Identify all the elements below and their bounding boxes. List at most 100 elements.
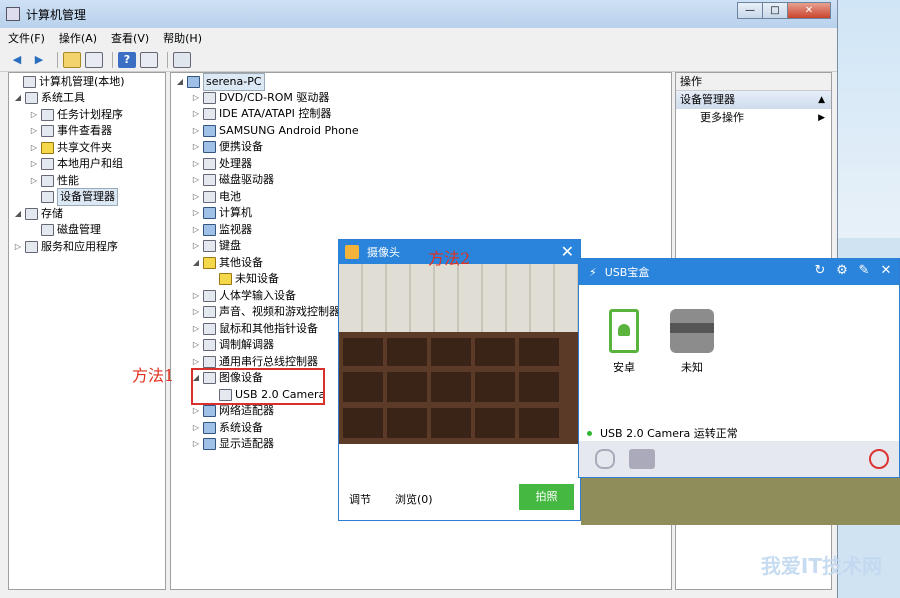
users-icon xyxy=(41,158,54,170)
collapse-arrow-icon[interactable]: ▷ xyxy=(29,140,39,156)
services-icon xyxy=(25,241,38,253)
chat-icon[interactable]: ✎ xyxy=(855,263,873,278)
more-actions[interactable]: 更多操作 ▶ xyxy=(676,109,831,127)
device-category[interactable]: ▷ 便携设备 xyxy=(191,139,263,155)
up-folder-icon[interactable] xyxy=(63,51,81,68)
tree-item-task-scheduler[interactable]: ▷ 任务计划程序 xyxy=(29,107,123,123)
close-icon[interactable]: ✕ xyxy=(877,263,895,278)
tree-item-device-manager[interactable]: 设备管理器 xyxy=(29,188,118,206)
close-button[interactable]: ✕ xyxy=(787,2,831,19)
device-category[interactable]: ▷ 网络适配器 xyxy=(191,403,274,419)
collapse-arrow-icon[interactable]: ▷ xyxy=(191,90,201,106)
expand-arrow-icon[interactable]: ◢ xyxy=(191,255,201,271)
usb-guard-footer xyxy=(579,441,899,477)
maximize-button[interactable]: □ xyxy=(762,2,788,19)
collapse-arrow-icon[interactable]: ▷ xyxy=(191,288,201,304)
device-category[interactable]: ▷ 鼠标和其他指针设备 xyxy=(191,321,318,337)
device-category[interactable]: ▷ 电池 xyxy=(191,189,241,205)
collapse-arrow-icon[interactable]: ▷ xyxy=(191,123,201,139)
collapse-arrow-icon[interactable]: ▷ xyxy=(191,189,201,205)
help-icon[interactable]: ? xyxy=(118,51,136,68)
tree-item-disk-management[interactable]: 磁盘管理 xyxy=(29,222,101,238)
menu-help[interactable]: 帮助(H) xyxy=(163,30,202,46)
collapse-arrow-icon[interactable]: ▷ xyxy=(191,139,201,155)
collapse-arrow-icon[interactable]: ▷ xyxy=(191,436,201,452)
properties-icon[interactable] xyxy=(140,51,158,68)
no-wifi-icon[interactable] xyxy=(869,449,889,469)
tree-item-performance[interactable]: ▷ 性能 xyxy=(29,173,79,189)
menu-file[interactable]: 文件(F) xyxy=(8,30,45,46)
disk-drive-icon xyxy=(203,174,216,186)
tree-item-storage[interactable]: ◢ 存储 xyxy=(13,206,63,222)
show-hide-tree-icon[interactable] xyxy=(85,51,103,68)
refresh-icon[interactable]: ↻ xyxy=(811,263,829,278)
shared-folder-icon xyxy=(41,142,54,154)
device-android[interactable]: 安卓 xyxy=(599,309,649,375)
processor-icon xyxy=(203,158,216,170)
video-camera-icon[interactable] xyxy=(629,449,655,469)
collapse-arrow-icon[interactable]: ▷ xyxy=(191,420,201,436)
usb-guard-header: ⚡ USB宝盒 ↻ ⚙ ✎ ✕ xyxy=(579,259,899,285)
unknown-device-warning-icon xyxy=(219,273,232,285)
portable-device-icon xyxy=(203,141,216,153)
expand-arrow-icon[interactable]: ◢ xyxy=(13,90,23,106)
collapse-arrow-icon[interactable]: ▷ xyxy=(191,172,201,188)
device-category[interactable]: ▷ SAMSUNG Android Phone xyxy=(191,123,359,139)
tree-item-event-viewer[interactable]: ▷ 事件查看器 xyxy=(29,123,112,139)
device-category[interactable]: ▷ 显示适配器 xyxy=(191,436,274,452)
gear-icon[interactable]: ⚙ xyxy=(833,263,851,278)
device-category[interactable]: ▷ 键盘 xyxy=(191,238,241,254)
mouse-icon[interactable] xyxy=(595,449,615,469)
browse-button[interactable]: 浏览(0) xyxy=(395,491,433,507)
collapse-triangle-icon[interactable]: ▲ xyxy=(818,91,825,109)
background-photo xyxy=(581,478,900,525)
device-category[interactable]: ◢ 其他设备 xyxy=(191,255,263,271)
device-category[interactable]: ▷ 磁盘驱动器 xyxy=(191,172,274,188)
adjust-button[interactable]: 调节 xyxy=(349,491,371,507)
collapse-arrow-icon[interactable]: ▷ xyxy=(191,156,201,172)
collapse-arrow-icon[interactable]: ▷ xyxy=(29,156,39,172)
device-category[interactable]: ▷ 计算机 xyxy=(191,205,252,221)
device-category[interactable]: ▷ 调制解调器 xyxy=(191,337,274,353)
collapse-arrow-icon[interactable]: ▷ xyxy=(29,123,39,139)
tree-item-shared-folders[interactable]: ▷ 共享文件夹 xyxy=(29,140,112,156)
device-category[interactable]: ▷ 系统设备 xyxy=(191,420,263,436)
collapse-arrow-icon[interactable]: ▷ xyxy=(191,304,201,320)
expand-arrow-icon[interactable]: ◢ xyxy=(175,74,185,90)
tree-item-services-applications[interactable]: ▷ 服务和应用程序 xyxy=(13,239,118,255)
close-icon[interactable]: ✕ xyxy=(561,242,574,261)
back-arrow-icon[interactable]: ◀ xyxy=(8,52,26,68)
device-tree-root[interactable]: ◢ serena-PC xyxy=(175,73,265,91)
device-category[interactable]: ▷ 处理器 xyxy=(191,156,252,172)
actions-section-device-manager[interactable]: 设备管理器 ▲ xyxy=(676,91,831,109)
tree-item-system-tools[interactable]: ◢ 系统工具 xyxy=(13,90,85,106)
menu-action[interactable]: 操作(A) xyxy=(59,30,97,46)
collapse-arrow-icon[interactable]: ▷ xyxy=(29,173,39,189)
tree-item-computer-management[interactable]: 计算机管理(本地) xyxy=(11,74,125,90)
collapse-arrow-icon[interactable]: ▷ xyxy=(191,222,201,238)
tree-item-local-users-groups[interactable]: ▷ 本地用户和组 xyxy=(29,156,123,172)
collapse-arrow-icon[interactable]: ▷ xyxy=(191,106,201,122)
tools-icon xyxy=(25,92,38,104)
device-category[interactable]: ▷ 声音、视频和游戏控制器 xyxy=(191,304,340,320)
collapse-arrow-icon[interactable]: ▷ xyxy=(29,107,39,123)
collapse-arrow-icon[interactable]: ▷ xyxy=(191,403,201,419)
minimize-button[interactable]: — xyxy=(737,2,763,19)
forward-arrow-icon[interactable]: ▶ xyxy=(30,52,48,68)
device-unknown[interactable]: 未知 xyxy=(667,309,717,375)
monitor-icon xyxy=(203,224,216,236)
expand-arrow-icon[interactable]: ◢ xyxy=(13,206,23,222)
collapse-arrow-icon[interactable]: ▷ xyxy=(191,321,201,337)
device-item[interactable]: 未知设备 xyxy=(207,271,279,287)
device-category[interactable]: ▷ 监视器 xyxy=(191,222,252,238)
collapse-arrow-icon[interactable]: ▷ xyxy=(13,239,23,255)
menu-view[interactable]: 查看(V) xyxy=(111,30,149,46)
collapse-arrow-icon[interactable]: ▷ xyxy=(191,205,201,221)
collapse-arrow-icon[interactable]: ▷ xyxy=(191,238,201,254)
collapse-arrow-icon[interactable]: ▷ xyxy=(191,337,201,353)
capture-button[interactable]: 拍照 xyxy=(519,484,574,510)
device-category[interactable]: ▷ DVD/CD-ROM 驱动器 xyxy=(191,90,329,106)
device-category[interactable]: ▷ IDE ATA/ATAPI 控制器 xyxy=(191,106,331,122)
scan-hardware-icon[interactable] xyxy=(173,51,191,68)
device-category[interactable]: ▷ 人体学输入设备 xyxy=(191,288,296,304)
